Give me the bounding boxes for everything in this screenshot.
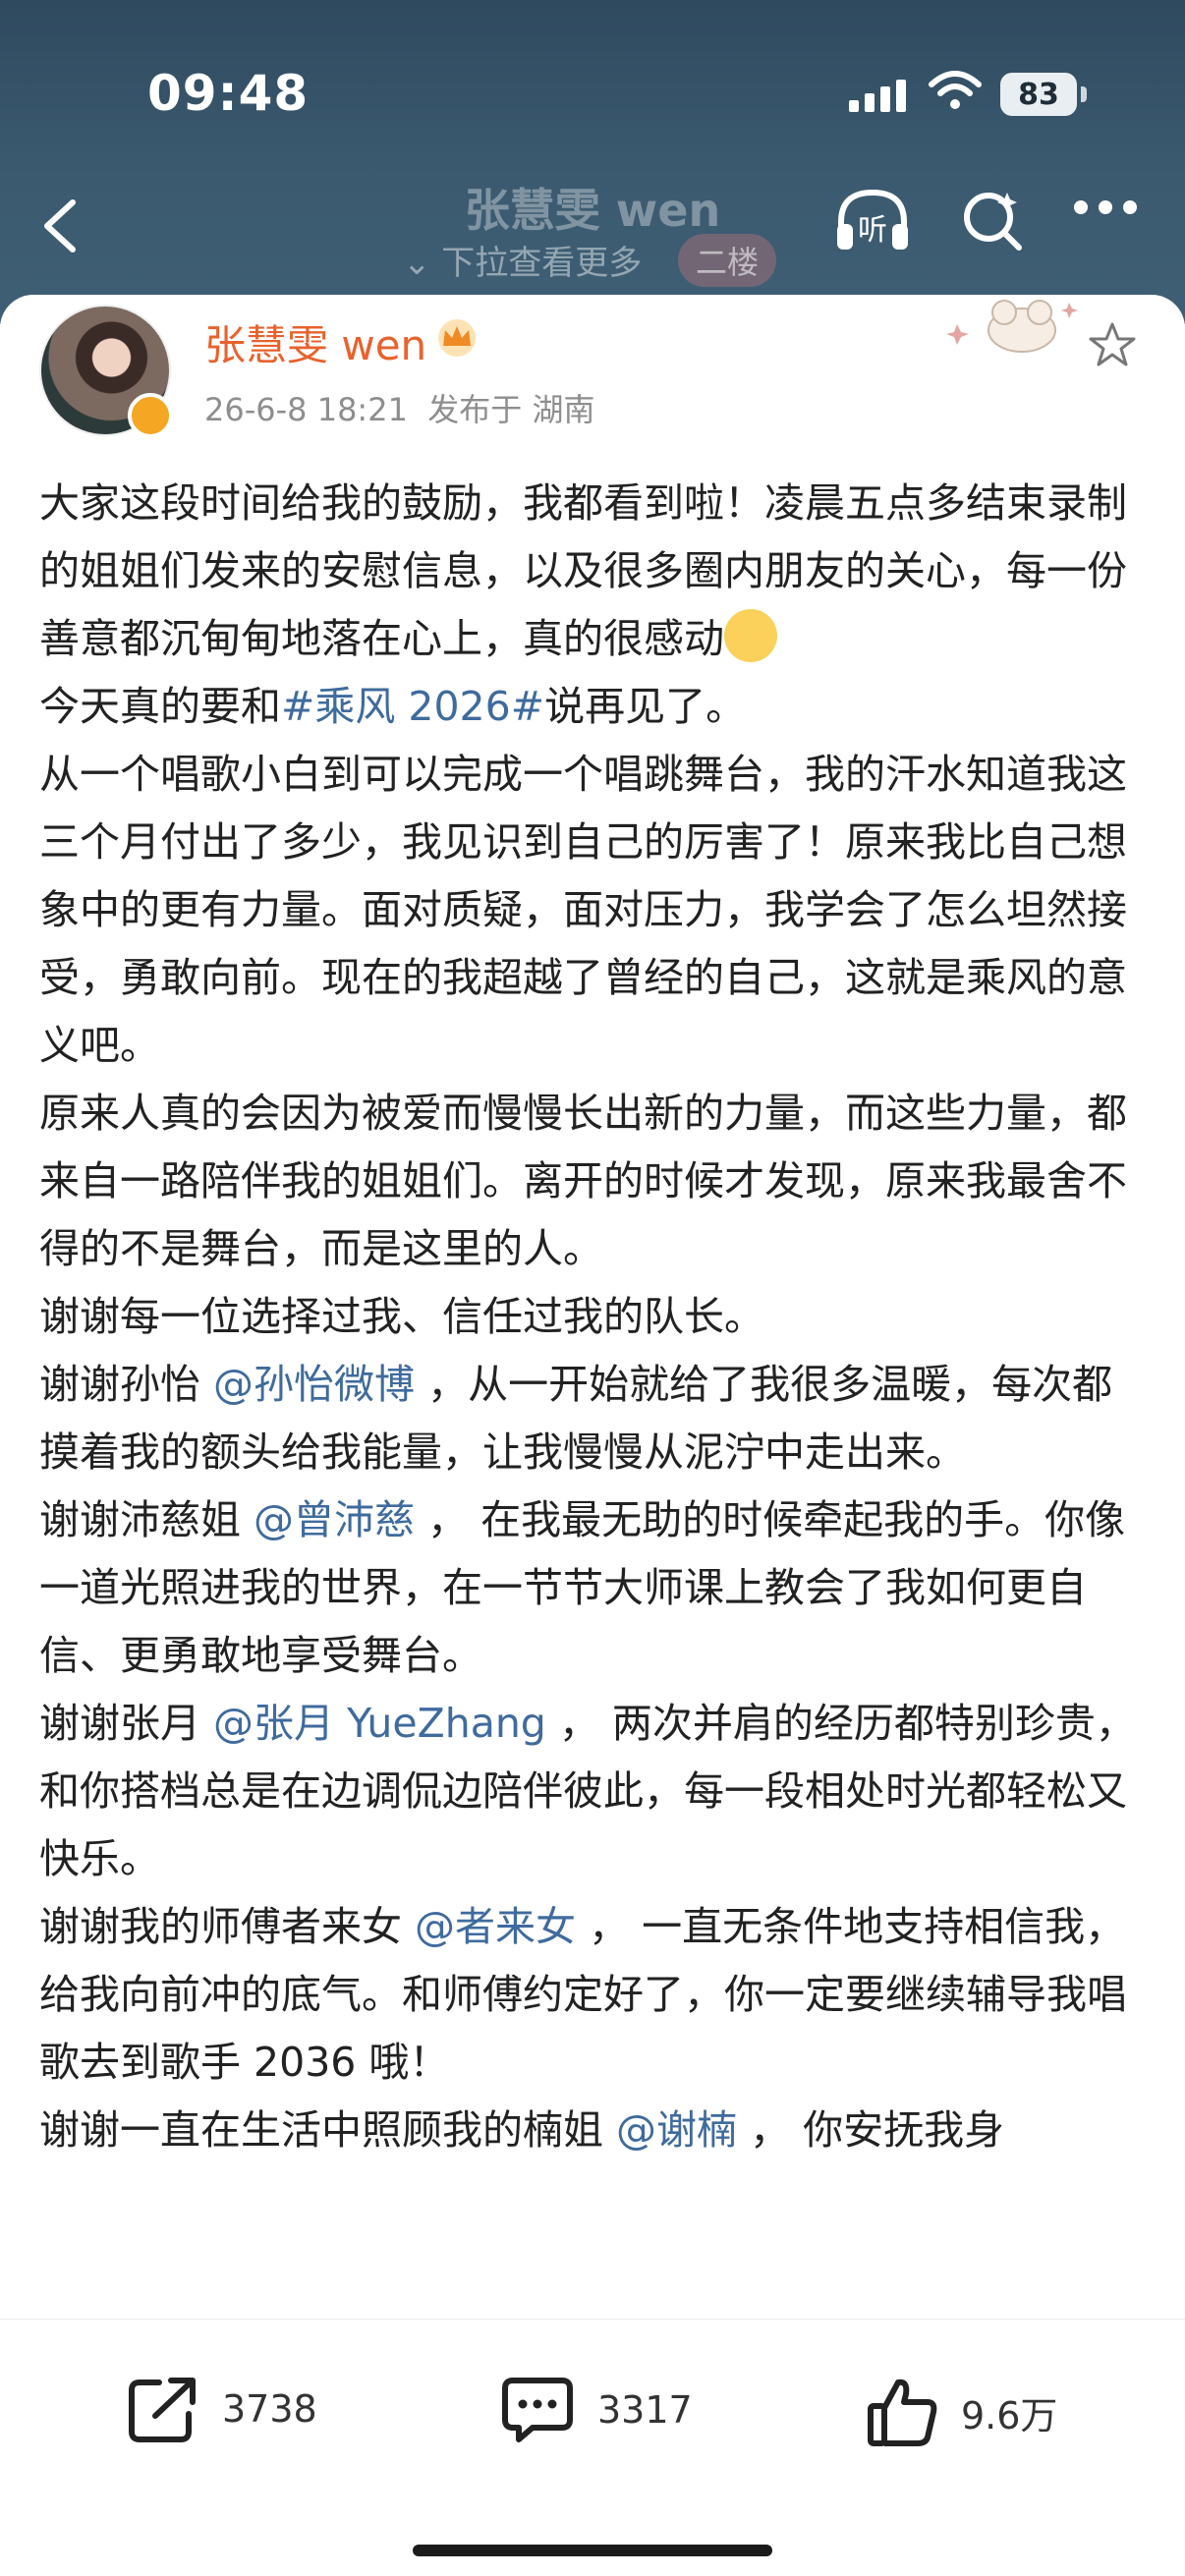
status-time: 09:48 xyxy=(147,65,310,122)
svg-text:听: 听 xyxy=(858,213,887,248)
post-paragraph: 从一个唱歌小白到可以完成一个唱跳舞台，我的汗水知道我这三个月付出了多少，我见识到… xyxy=(39,751,1127,1069)
author-name[interactable]: 张慧雯 wen xyxy=(204,312,426,372)
post-location: 发布于 湖南 xyxy=(427,391,595,428)
search-icon[interactable] xyxy=(958,187,1027,255)
pull-hint: ⌄ 下拉查看更多 xyxy=(403,244,643,283)
post-paragraph: 谢谢沛慈姐 @曾沛慈 ， 在我最无助的时候牵起我的手。你像一道光照进我的世界，在… xyxy=(39,1486,1150,1690)
mention-sunyi[interactable]: @孙怡微博 xyxy=(213,1361,415,1408)
pleading-face-emoji-icon xyxy=(724,609,777,662)
mention-zhelainv[interactable]: @者来女 xyxy=(415,1903,576,1950)
floor-badge[interactable]: 二楼 xyxy=(678,234,777,287)
post-text: 谢谢一直在生活中照顾我的楠姐 xyxy=(39,2106,617,2154)
post-paragraph: 原来人真的会因为被爱而慢慢长出新的力量，而这些力量，都来自一路陪伴我的姐姐们。离… xyxy=(39,1090,1127,1272)
post-text: 大家这段时间给我的鼓励，我都看到啦！凌晨五点多结束录制的姐姐们发来的安慰信息，以… xyxy=(39,479,1127,662)
post-body: 大家这段时间给我的鼓励，我都看到啦！凌晨五点多结束录制的姐姐们发来的安慰信息，以… xyxy=(39,470,1150,2164)
share-count: 3738 xyxy=(222,2387,317,2431)
mention-xienan[interactable]: @谢楠 xyxy=(616,2106,737,2154)
thumbs-up-icon xyxy=(868,2379,937,2446)
like-button[interactable]: 9.6万 xyxy=(865,2375,1057,2449)
post-text: 谢谢孙怡 xyxy=(39,1361,214,1408)
post-paragraph: 谢谢张月 @张月 YueZhang ， 两次并肩的经历都特别珍贵，和你搭档总是在… xyxy=(39,1690,1150,1893)
post-text: 谢谢张月 xyxy=(39,1700,214,1747)
battery-tip xyxy=(1081,86,1087,102)
post-meta: 26-6-8 18:21 发布于 湖南 xyxy=(204,385,594,430)
post-text: 谢谢沛慈姐 xyxy=(39,1496,254,1543)
top-header: 09:48 83 张慧雯 wen ⌄ 下拉查看更多 二楼 听 xyxy=(0,0,1185,324)
hashtag-link[interactable]: #乘风 2026# xyxy=(281,683,544,730)
share-button[interactable]: 3738 xyxy=(126,2375,317,2443)
share-icon xyxy=(129,2378,196,2442)
headphones-icon[interactable]: 听 xyxy=(831,185,914,255)
action-bar: 3738 3317 9.6万 xyxy=(0,2319,1185,2477)
like-count: 9.6万 xyxy=(961,2393,1058,2437)
more-options-icon[interactable] xyxy=(1071,193,1140,222)
post-paragraph: 今天真的要和#乘风 2026#说再见了。 xyxy=(39,673,1150,741)
battery-indicator: 83 xyxy=(1000,73,1077,116)
post-text: 谢谢我的师傅者来女 xyxy=(39,1903,416,1950)
post-paragraph: 谢谢一直在生活中照顾我的楠姐 @谢楠 ， 你安抚我身 xyxy=(39,2097,1150,2164)
cellular-signal-icon xyxy=(849,80,906,112)
post-paragraph: 谢谢每一位选择过我、信任过我的队长。 xyxy=(39,1293,764,1340)
comment-icon xyxy=(502,2378,573,2442)
post-text: 今天真的要和 xyxy=(39,683,281,730)
post-paragraph: 谢谢孙怡 @孙怡微博 ，从一开始就给了我很多温暖，每次都摸着我的额头给我能量，让… xyxy=(39,1351,1150,1486)
comment-count: 3317 xyxy=(597,2388,693,2432)
post-date: 26-6-8 18:21 xyxy=(204,391,408,428)
post-text: ， 你安抚我身 xyxy=(737,2106,1005,2154)
comment-button[interactable]: 3317 xyxy=(499,2375,693,2445)
pull-hint-text: 下拉查看更多 xyxy=(441,244,643,283)
verified-badge-icon xyxy=(128,393,173,438)
crown-badge-icon xyxy=(438,319,476,357)
post-paragraph: 谢谢我的师傅者来女 @者来女 ， 一直无条件地支持相信我，给我向前冲的底气。和师… xyxy=(39,1893,1150,2097)
mention-zhangyue[interactable]: @张月 YueZhang xyxy=(213,1700,546,1747)
favorite-star-icon[interactable] xyxy=(1087,320,1138,369)
home-indicator xyxy=(413,2545,772,2556)
mention-zengpeici[interactable]: @曾沛慈 xyxy=(254,1496,415,1543)
wifi-icon xyxy=(929,71,982,109)
decorative-sticker-icon xyxy=(946,300,1078,353)
post-paragraph: 大家这段时间给我的鼓励，我都看到啦！凌晨五点多结束录制的姐姐们发来的安慰信息，以… xyxy=(39,470,1150,673)
post-text: 说再见了。 xyxy=(544,683,747,730)
